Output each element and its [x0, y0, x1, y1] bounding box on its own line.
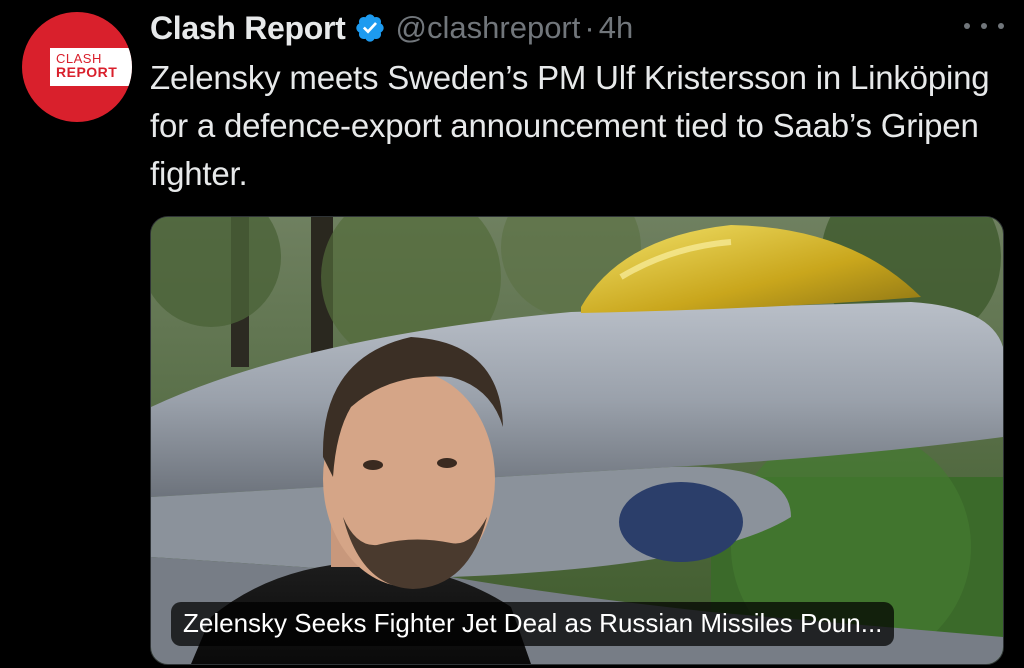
separator-dot: ·: [584, 10, 595, 45]
more-options-icon[interactable]: [964, 14, 1004, 38]
more-dot: [998, 23, 1004, 29]
display-name[interactable]: Clash Report: [150, 10, 346, 47]
tweet-header: Clash Report @clashreport · 4h: [150, 8, 633, 48]
avatar-logo-line2: REPORT: [56, 64, 118, 80]
media-caption: Zelensky Seeks Fighter Jet Deal as Russi…: [171, 602, 895, 646]
more-dot: [964, 23, 970, 29]
more-dot: [981, 23, 987, 29]
handle[interactable]: @clashreport: [396, 10, 581, 46]
tweet-text: Zelensky meets Sweden’s PM Ulf Kristerss…: [150, 59, 990, 192]
tweet-media[interactable]: Zelensky Seeks Fighter Jet Deal as Russi…: [150, 216, 1004, 665]
avatar[interactable]: CLASH REPORT: [22, 12, 132, 122]
timestamp[interactable]: 4h: [599, 10, 633, 46]
verified-badge-icon[interactable]: [354, 12, 386, 44]
avatar-logo: CLASH REPORT: [50, 48, 132, 86]
media-image: [151, 217, 1003, 664]
tweet-card[interactable]: CLASH REPORT Clash Report @clashreport ·…: [0, 0, 1024, 668]
